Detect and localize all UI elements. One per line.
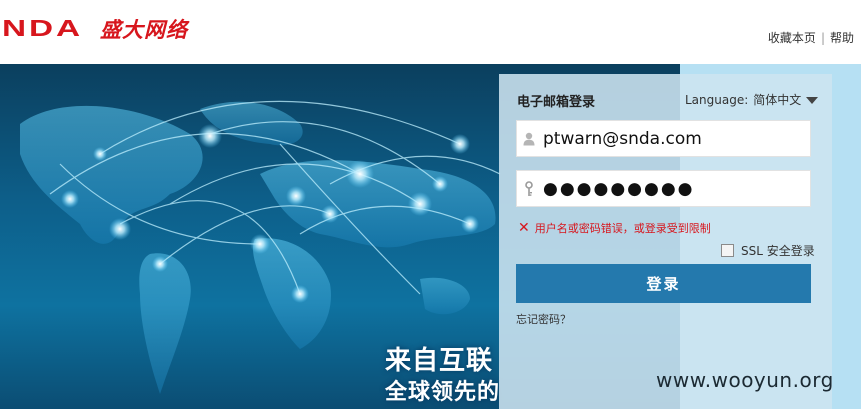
chevron-down-icon <box>806 96 819 104</box>
top-links: 收藏本页 | 帮助 <box>768 29 854 46</box>
logo-latin[interactable]: NDA <box>2 15 83 41</box>
password-input[interactable] <box>541 171 810 206</box>
ssl-label: SSL 安全登录 <box>741 244 815 258</box>
ssl-login-option[interactable]: SSL 安全登录 <box>721 242 815 259</box>
email-field-wrapper <box>516 120 811 157</box>
language-value: 简体中文 <box>753 93 802 107</box>
help-link[interactable]: 帮助 <box>830 29 854 46</box>
watermark-text: www.wooyun.org <box>656 368 834 392</box>
language-selector[interactable]: Language: 简体中文 <box>685 91 819 108</box>
forgot-password-link[interactable]: 忘记密码？ <box>516 311 571 327</box>
error-x-icon: ✕ <box>518 220 530 236</box>
password-field-wrapper <box>516 170 811 207</box>
login-panel: 电子邮箱登录 Language: 简体中文 ✕ 用户名或密码错误，或登录受到限制 <box>499 74 832 409</box>
link-separator: | <box>820 30 825 45</box>
language-label: Language: <box>685 92 749 107</box>
email-input[interactable] <box>541 121 810 156</box>
login-error-message: ✕ 用户名或密码错误，或登录受到限制 <box>518 220 711 236</box>
banner-slogan-line1: 来自互联 <box>385 346 494 376</box>
error-text: 用户名或密码错误，或登录受到限制 <box>534 222 711 235</box>
banner-slogan-line2: 全球领先的 <box>385 380 501 405</box>
site-header: NDA 盛大网络 收藏本页 | 帮助 <box>0 0 861 64</box>
login-title: 电子邮箱登录 <box>517 95 596 110</box>
logo-chinese[interactable]: 盛大网络 <box>100 14 188 44</box>
user-icon <box>517 120 541 157</box>
bookmark-link[interactable]: 收藏本页 <box>768 29 816 46</box>
key-icon <box>517 170 541 207</box>
login-button[interactable]: 登录 <box>516 264 811 303</box>
ssl-checkbox[interactable] <box>721 244 734 257</box>
